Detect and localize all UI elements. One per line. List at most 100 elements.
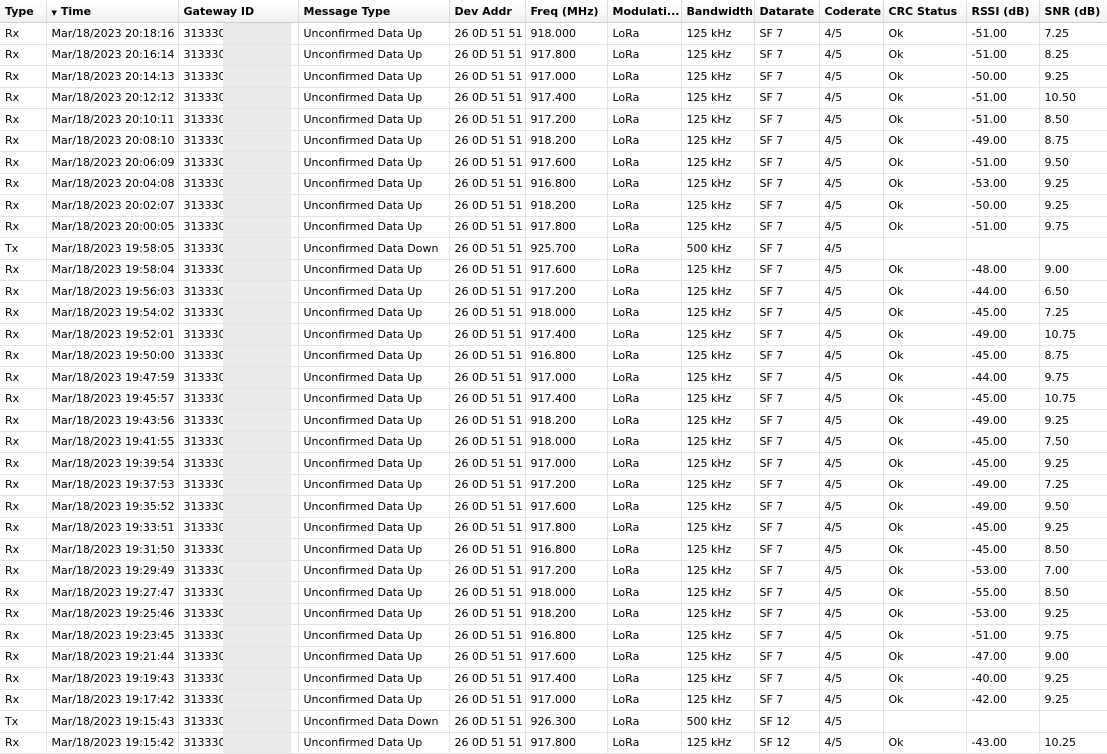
- cell-type: Rx: [0, 689, 47, 711]
- cell-crc-status: Ok: [883, 667, 967, 690]
- cell-datarate: SF 7: [754, 259, 820, 281]
- table-row[interactable]: Rx Mar/18/2023 20:10:11 313330 Unconfirmed …: [0, 108, 1107, 131]
- cell-modulation: LoRa: [607, 560, 682, 582]
- cell-gateway-id: 313330: [178, 431, 299, 453]
- cell-crc-status: Ok: [883, 366, 967, 389]
- table-row[interactable]: Rx Mar/18/2023 20:18:16 313330 Unconfirmed …: [0, 22, 1107, 45]
- table-row[interactable]: Rx Mar/18/2023 19:31:50 313330 Unconfirmed …: [0, 538, 1107, 561]
- cell-gateway-id: 313330: [178, 409, 299, 432]
- cell-dev-addr: 26 0D 51 51: [449, 237, 526, 260]
- cell-modulation: LoRa: [607, 108, 682, 131]
- table-row[interactable]: Rx Mar/18/2023 19:25:46 313330 Unconfirmed …: [0, 603, 1107, 625]
- cell-dev-addr: 26 0D 51 51: [449, 452, 526, 475]
- table-row[interactable]: Rx Mar/18/2023 19:54:02 313330 Unconfirmed …: [0, 302, 1107, 324]
- cell-freq: 917.000: [525, 452, 608, 475]
- cell-freq: 925.700: [525, 237, 608, 260]
- col-header-freq-label: Freq (MHz): [530, 4, 599, 18]
- table-row[interactable]: Rx Mar/18/2023 19:43:56 313330 Unconfirmed …: [0, 409, 1107, 432]
- table-row[interactable]: Rx Mar/18/2023 19:19:43 313330 Unconfirmed …: [0, 667, 1107, 690]
- table-row[interactable]: Rx Mar/18/2023 20:12:12 313330 Unconfirmed …: [0, 87, 1107, 109]
- cell-type: Rx: [0, 216, 47, 238]
- col-header-crc-status[interactable]: CRC Status: [883, 0, 967, 23]
- cell-crc-status: Ok: [883, 280, 967, 303]
- col-header-rssi[interactable]: RSSI (dB): [966, 0, 1040, 23]
- table-row[interactable]: Rx Mar/18/2023 19:17:42 313330 Unconfirmed …: [0, 689, 1107, 711]
- cell-freq: 917.600: [525, 259, 608, 281]
- table-row[interactable]: Rx Mar/18/2023 19:33:51 313330 Unconfirmed …: [0, 517, 1107, 539]
- table-row[interactable]: Rx Mar/18/2023 19:47:59 313330 Unconfirmed …: [0, 366, 1107, 389]
- redacted-gateway-mask: [222, 302, 291, 323]
- cell-bandwidth: 125 kHz: [681, 194, 755, 217]
- col-header-modulation[interactable]: Modulati...: [607, 0, 682, 23]
- table-row[interactable]: Rx Mar/18/2023 19:56:03 313330 Unconfirmed …: [0, 280, 1107, 303]
- col-header-dev-addr[interactable]: Dev Addr: [449, 0, 526, 23]
- redacted-gateway-mask: [222, 431, 291, 452]
- cell-rssi: -48.00: [966, 259, 1040, 281]
- table-row[interactable]: Rx Mar/18/2023 20:00:05 313330 Unconfirmed …: [0, 216, 1107, 238]
- cell-dev-addr: 26 0D 51 51: [449, 710, 526, 733]
- cell-snr: 9.25: [1039, 65, 1107, 88]
- cell-snr: [1039, 710, 1107, 733]
- table-row[interactable]: Rx Mar/18/2023 19:35:52 313330 Unconfirmed …: [0, 495, 1107, 518]
- cell-modulation: LoRa: [607, 259, 682, 281]
- redacted-gateway-mask: [222, 603, 291, 624]
- table-row[interactable]: Tx Mar/18/2023 19:58:05 313330 Unconfirmed …: [0, 237, 1107, 260]
- cell-modulation: LoRa: [607, 130, 682, 152]
- table-row[interactable]: Rx Mar/18/2023 19:39:54 313330 Unconfirmed …: [0, 452, 1107, 475]
- table-row[interactable]: Rx Mar/18/2023 19:29:49 313330 Unconfirmed …: [0, 560, 1107, 582]
- table-row[interactable]: Rx Mar/18/2023 19:23:45 313330 Unconfirmed …: [0, 624, 1107, 647]
- cell-rssi: [966, 710, 1040, 733]
- table-row[interactable]: Rx Mar/18/2023 20:06:09 313330 Unconfirmed …: [0, 151, 1107, 174]
- col-header-type[interactable]: Type: [0, 0, 47, 23]
- cell-bandwidth: 125 kHz: [681, 173, 755, 195]
- cell-gateway-id: 313330: [178, 237, 299, 260]
- col-header-freq[interactable]: Freq (MHz): [525, 0, 608, 23]
- col-header-message-type[interactable]: Message Type: [298, 0, 450, 23]
- table-row[interactable]: Rx Mar/18/2023 19:50:00 313330 Unconfirmed …: [0, 345, 1107, 367]
- sort-desc-icon: ▼: [51, 8, 57, 17]
- cell-time: Mar/18/2023 20:02:07: [46, 194, 179, 217]
- table-row[interactable]: Tx Mar/18/2023 19:15:43 313330 Unconfirmed …: [0, 710, 1107, 733]
- cell-modulation: LoRa: [607, 732, 682, 754]
- cell-time: Mar/18/2023 19:47:59: [46, 366, 179, 389]
- table-row[interactable]: Rx Mar/18/2023 20:14:13 313330 Unconfirmed …: [0, 65, 1107, 88]
- table-row[interactable]: Rx Mar/18/2023 19:27:47 313330 Unconfirmed …: [0, 581, 1107, 604]
- redacted-gateway-mask: [222, 711, 291, 732]
- cell-freq: 918.000: [525, 22, 608, 45]
- redacted-gateway-mask: [222, 496, 291, 517]
- cell-rssi: -45.00: [966, 431, 1040, 453]
- cell-crc-status: [883, 237, 967, 260]
- table-row[interactable]: Rx Mar/18/2023 19:37:53 313330 Unconfirmed …: [0, 474, 1107, 496]
- col-header-gateway-id[interactable]: Gateway ID: [178, 0, 299, 23]
- table-row[interactable]: Rx Mar/18/2023 19:52:01 313330 Unconfirmed …: [0, 323, 1107, 346]
- table-row[interactable]: Rx Mar/18/2023 19:58:04 313330 Unconfirmed …: [0, 259, 1107, 281]
- cell-snr: 7.25: [1039, 22, 1107, 45]
- cell-freq: 917.000: [525, 366, 608, 389]
- cell-bandwidth: 125 kHz: [681, 646, 755, 668]
- cell-crc-status: Ok: [883, 581, 967, 604]
- cell-crc-status: Ok: [883, 65, 967, 88]
- redacted-gateway-mask: [222, 732, 291, 753]
- table-row[interactable]: Rx Mar/18/2023 19:15:42 313330 Unconfirmed …: [0, 732, 1107, 754]
- col-header-datarate[interactable]: Datarate: [754, 0, 820, 23]
- cell-bandwidth: 125 kHz: [681, 151, 755, 174]
- cell-snr: 9.50: [1039, 151, 1107, 174]
- cell-snr: 8.50: [1039, 581, 1107, 604]
- table-row[interactable]: Rx Mar/18/2023 20:02:07 313330 Unconfirmed …: [0, 194, 1107, 217]
- col-header-snr[interactable]: SNR (dB): [1039, 0, 1107, 23]
- cell-modulation: LoRa: [607, 237, 682, 260]
- table-row[interactable]: Rx Mar/18/2023 19:45:57 313330 Unconfirmed …: [0, 388, 1107, 410]
- table-row[interactable]: Rx Mar/18/2023 20:08:10 313330 Unconfirmed …: [0, 130, 1107, 152]
- col-header-coderate[interactable]: Coderate: [819, 0, 884, 23]
- table-row[interactable]: Rx Mar/18/2023 20:04:08 313330 Unconfirmed …: [0, 173, 1107, 195]
- cell-modulation: LoRa: [607, 667, 682, 690]
- table-row[interactable]: Rx Mar/18/2023 20:16:14 313330 Unconfirmed …: [0, 44, 1107, 66]
- col-header-time[interactable]: ▼ Time: [46, 0, 179, 23]
- table-row[interactable]: Rx Mar/18/2023 19:41:55 313330 Unconfirmed …: [0, 431, 1107, 453]
- cell-gateway-id: 313330: [178, 667, 299, 690]
- cell-dev-addr: 26 0D 51 51: [449, 538, 526, 561]
- cell-message-type: Unconfirmed Data Up: [298, 302, 450, 324]
- col-header-bandwidth[interactable]: Bandwidth: [681, 0, 755, 23]
- cell-message-type: Unconfirmed Data Up: [298, 345, 450, 367]
- table-row[interactable]: Rx Mar/18/2023 19:21:44 313330 Unconfirmed …: [0, 646, 1107, 668]
